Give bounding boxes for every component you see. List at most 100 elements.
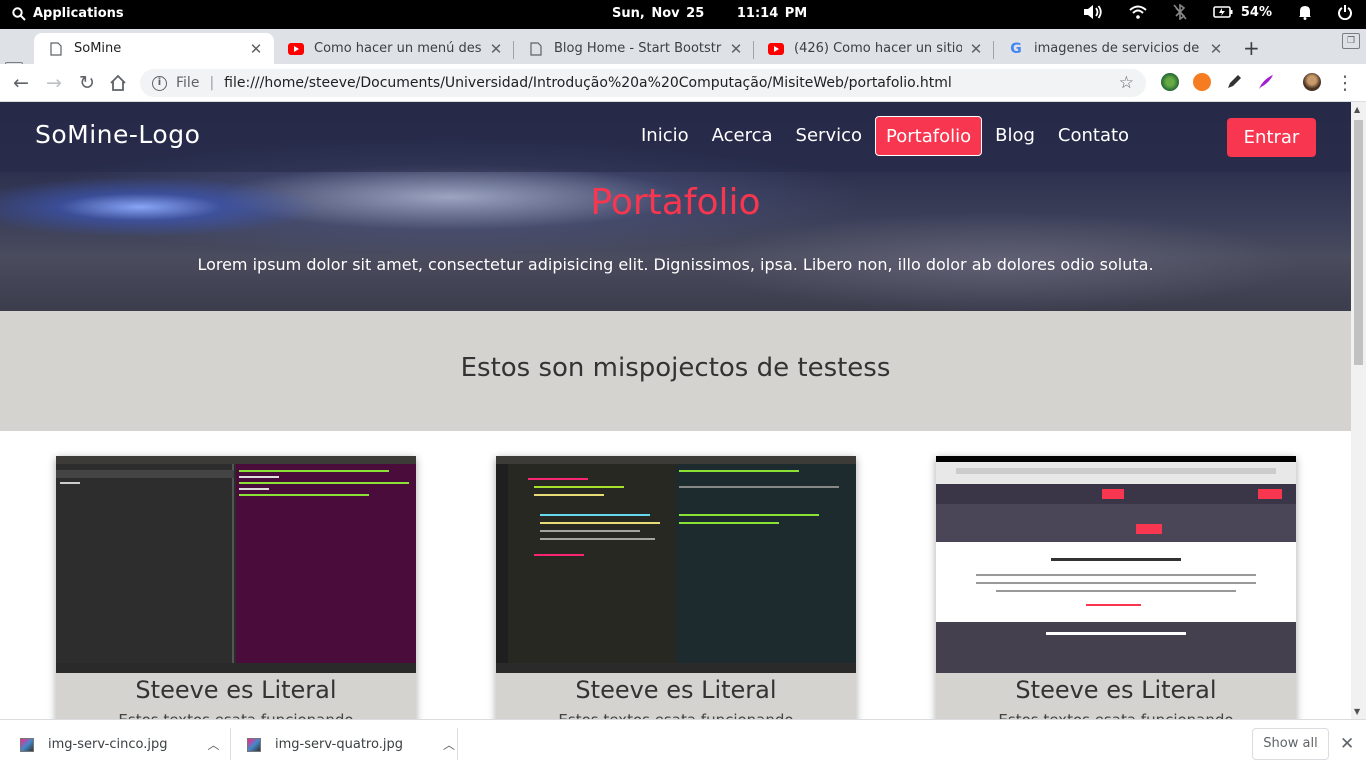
tab-blog-home[interactable]: Blog Home - Start Bootstrap Te ✕ [514,33,754,64]
card-title: Steeve es Literal [575,676,777,704]
os-top-bar: Applications Sun, Nov 25 11:14 PM 54% [0,0,1366,29]
extension-icon[interactable] [1161,73,1179,91]
bookmark-star-icon[interactable]: ☆ [1119,73,1134,93]
home-icon[interactable] [107,72,129,94]
scroll-down-icon[interactable]: ▼ [1354,707,1360,716]
tab-youtube-sitio[interactable]: (426) Como hacer un sitio web ✕ [754,33,994,64]
section-title: Estos son mispojectos de testess [460,353,891,383]
screenshot-sidebar [496,464,508,663]
tab-title: Blog Home - Start Bootstrap Te [554,41,722,56]
page-scrollbar[interactable]: ▲ ▼ [1351,102,1366,719]
search-icon [12,6,26,21]
forward-icon[interactable]: → [43,72,65,94]
card-thumbnail-editor [496,456,856,673]
portfolio-card[interactable]: Steeve es Literal Estos textos esata fun… [936,456,1296,719]
notification-bell-icon[interactable] [1298,4,1312,20]
screenshot-content [936,542,1296,622]
screenshot-terminal [236,464,416,663]
portfolio-section-header: Estos son mispojectos de testess [0,311,1351,431]
show-all-button[interactable]: Show all [1252,728,1329,760]
pen-extension-icon[interactable] [1225,73,1243,91]
battery-indicator[interactable]: 54% [1213,5,1272,20]
nav-portafolio[interactable]: Portafolio [875,116,983,156]
download-item[interactable]: img-serv-quatro.jpg ︿ [247,720,455,769]
image-file-icon [247,737,261,752]
power-icon[interactable] [1338,4,1352,20]
web-page: SoMine-Logo Inicio Acerca Servico Portaf… [0,102,1351,719]
card-thumbnail-website [936,456,1296,673]
feather-extension-icon[interactable] [1257,73,1275,91]
download-filename: img-serv-quatro.jpg [275,737,403,752]
chevron-up-icon[interactable]: ︿ [443,736,455,753]
nav-acerca[interactable]: Acerca [702,116,783,156]
portfolio-card[interactable]: Steeve es Literal Estos textos esata fun… [496,456,856,719]
card-text: Estos textos esata funcionando [936,711,1296,719]
nav-blog[interactable]: Blog [985,116,1045,156]
download-filename: img-serv-cinco.jpg [48,737,168,752]
download-item[interactable]: img-serv-cinco.jpg ︿ [20,720,220,769]
chevron-up-icon[interactable]: ︿ [208,736,220,753]
profile-avatar[interactable] [1303,73,1321,91]
download-divider [457,728,458,760]
card-title: Steeve es Literal [1015,676,1217,704]
tab-somine[interactable]: SoMine ✕ [34,33,274,64]
screenshot-file-manager [56,464,234,663]
close-tab-icon[interactable]: ✕ [968,40,984,58]
clock[interactable]: Sun, Nov 25 11:14 PM [612,6,807,21]
card-text: Estos textos esata funcionando [496,711,856,719]
screenshot-browser-chrome [936,456,1296,484]
youtube-icon [288,41,304,57]
volume-icon[interactable] [1083,4,1103,20]
screenshot-taskbar [56,663,416,673]
screenshot-topbar [496,456,856,464]
page-title: Portafolio [590,182,761,223]
applications-menu[interactable]: Applications [12,6,124,21]
site-info-icon[interactable]: i [152,75,167,91]
close-tab-icon[interactable]: ✕ [488,40,504,58]
site-logo[interactable]: SoMine-Logo [35,120,200,149]
entrar-button[interactable]: Entrar [1227,118,1316,157]
close-download-bar-icon[interactable]: ✕ [1340,734,1354,754]
browser-menu-icon[interactable]: ⋮ [1334,72,1356,94]
tab-youtube-menu[interactable]: Como hacer un menú desplega ✕ [274,33,514,64]
bluetooth-disabled-icon[interactable] [1173,4,1187,20]
tab-title: imagenes de servicios de progr [1034,41,1202,56]
download-divider [230,728,231,760]
battery-icon [1213,6,1233,18]
scheme-divider: | [209,75,215,91]
card-thumbnail-terminal [56,456,416,673]
screenshot-hero [936,504,1296,542]
close-tab-icon[interactable]: ✕ [728,40,744,58]
portfolio-cards: Steeve es Literal Estos textos esata fun… [0,431,1351,719]
scrollbar-thumb[interactable] [1354,120,1363,365]
wifi-icon[interactable] [1129,5,1147,19]
tab-google-search[interactable]: G imagenes de servicios de progr ✕ [994,33,1234,64]
nav-servico[interactable]: Servico [786,116,872,156]
google-icon: G [1010,40,1022,57]
nav-inicio[interactable]: Inicio [631,116,699,156]
hero-subtitle: Lorem ipsum dolor sit amet, consectetur … [197,255,1154,274]
hero-banner: SoMine-Logo Inicio Acerca Servico Portaf… [0,102,1351,311]
card-title: Steeve es Literal [135,676,337,704]
screenshot-taskbar [496,663,856,673]
restore-window-icon[interactable]: ❐ [1342,33,1360,49]
site-navbar: SoMine-Logo Inicio Acerca Servico Portaf… [0,102,1351,172]
card-text: Estos textos esata funcionando [56,711,416,719]
close-tab-icon[interactable]: ✕ [1208,40,1224,58]
reload-icon[interactable]: ↻ [76,72,98,94]
scroll-up-icon[interactable]: ▲ [1354,105,1360,114]
portfolio-card[interactable]: Steeve es Literal Estos textos esata fun… [56,456,416,719]
nav-contato[interactable]: Contato [1048,116,1139,156]
download-bar: img-serv-cinco.jpg ︿ img-serv-quatro.jpg… [0,719,1366,768]
address-bar[interactable]: i File | file:///home/steeve/Documents/U… [140,69,1146,97]
extension-orange-icon[interactable] [1193,73,1211,91]
new-tab-icon[interactable]: + [1243,36,1260,60]
youtube-icon [768,41,784,57]
image-file-icon [20,737,34,752]
system-tray: 54% [1083,4,1352,20]
screenshot-topbar [56,456,416,464]
url-text: file:///home/steeve/Documents/Universida… [224,75,952,91]
back-icon[interactable]: ← [10,72,32,94]
close-tab-icon[interactable]: ✕ [248,40,264,58]
url-scheme: File [176,75,200,91]
